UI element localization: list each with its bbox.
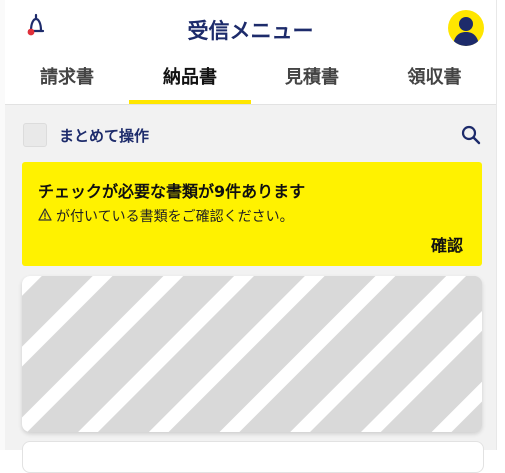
document-card-next[interactable] [22,441,484,473]
document-card-placeholder[interactable] [22,276,482,432]
bulk-select-checkbox[interactable] [23,123,47,147]
notice-body-text: が付いている書類をご確認ください。 [56,209,294,225]
tab-quotation[interactable]: 見積書 [251,58,373,104]
check-required-notice: チェックが必要な書類が9件あります が付いている書類をご確認ください。 確認 [22,162,482,266]
tab-invoice[interactable]: 請求書 [5,58,129,104]
tab-receipt[interactable]: 領収書 [373,58,496,104]
notice-body: が付いている書類をご確認ください。 [38,206,294,226]
tab-delivery-note[interactable]: 納品書 [129,58,251,104]
active-tab-indicator [129,100,251,104]
right-scroll-edge [496,0,505,450]
bulk-operation-label: まとめて操作 [59,127,150,145]
warning-icon [38,207,52,225]
user-avatar-icon[interactable] [448,10,484,46]
page-title: 受信メニュー [187,19,314,43]
search-icon[interactable] [460,124,482,146]
app-header: 受信メニュー [5,0,496,58]
notice-title: チェックが必要な書類が9件あります [38,182,306,201]
document-tabs: 請求書 納品書 見積書 領収書 [5,58,496,105]
document-list-panel: まとめて操作 チェックが必要な書類が9件あります が付いている書類をご確認くださ… [5,105,496,473]
confirm-button[interactable]: 確認 [431,232,463,256]
